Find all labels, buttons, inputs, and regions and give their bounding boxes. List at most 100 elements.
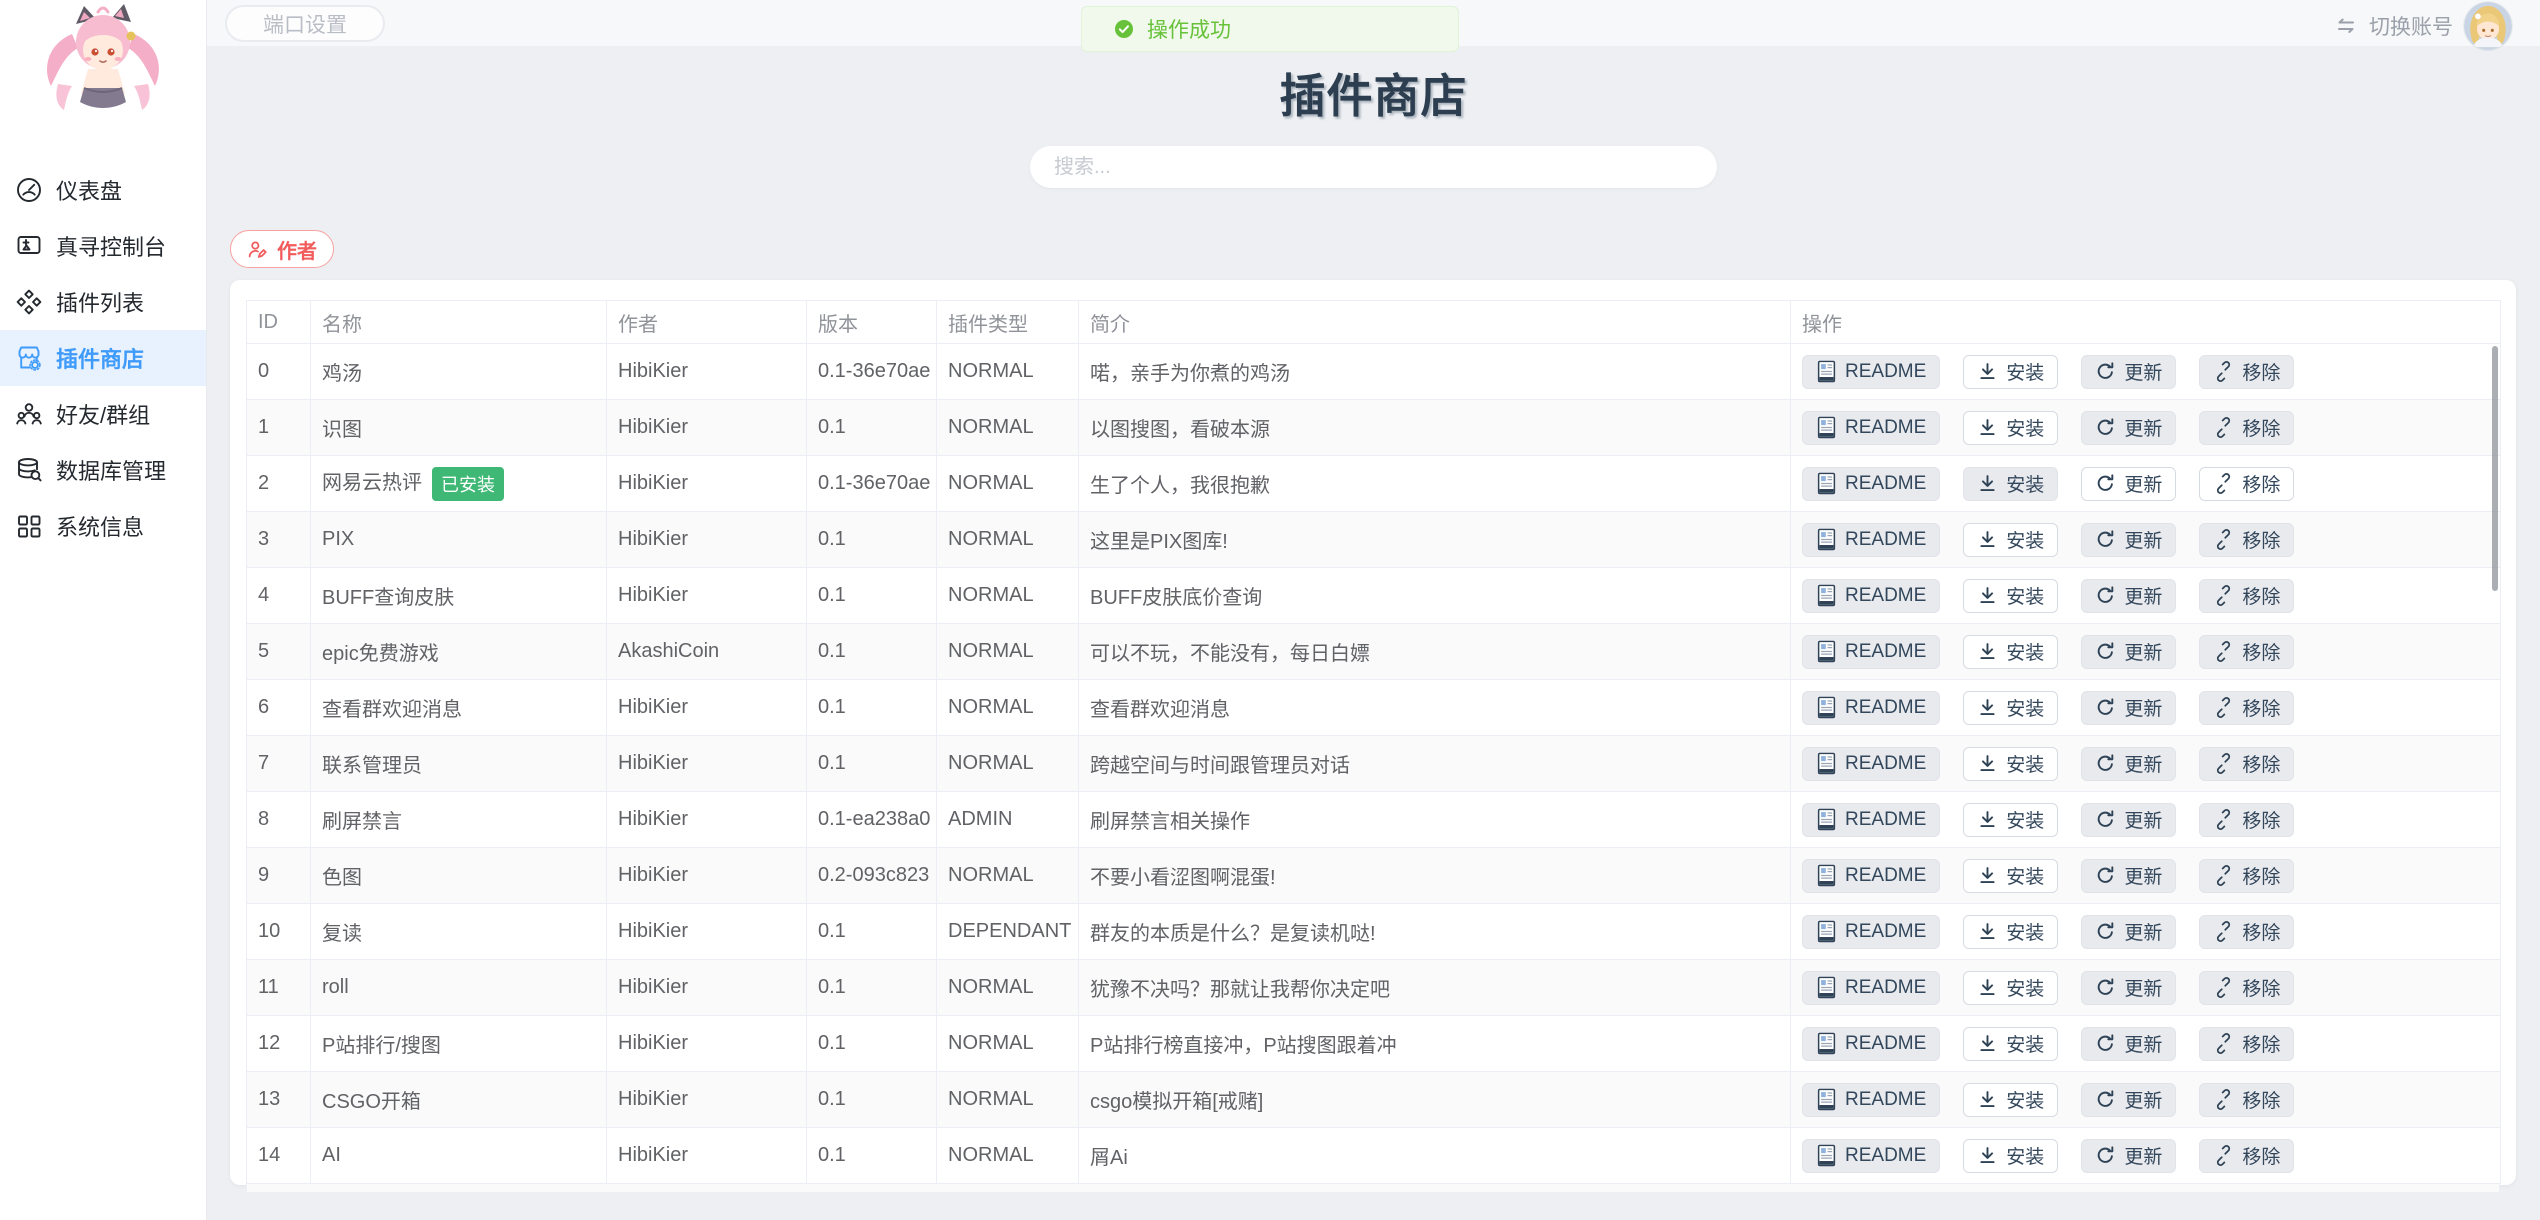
cell-id: 11 [247, 960, 311, 1016]
remove-button[interactable]: 移除 [2199, 1139, 2294, 1173]
remove-button-label: 移除 [2242, 1030, 2280, 1057]
partial-next-row [246, 1184, 2500, 1193]
readme-button-label: README [1845, 585, 1926, 607]
install-button-label: 安装 [2006, 414, 2044, 441]
update-button[interactable]: 更新 [2081, 1083, 2176, 1117]
update-button[interactable]: 更新 [2081, 411, 2176, 445]
update-icon [2095, 809, 2116, 830]
remove-icon [2213, 417, 2234, 438]
remove-button[interactable]: 移除 [2199, 579, 2294, 613]
remove-button[interactable]: 移除 [2199, 1027, 2294, 1061]
cell-version: 0.1-36e70ae [807, 456, 937, 512]
remove-button[interactable]: 移除 [2199, 971, 2294, 1005]
sidebar-item-plugins[interactable]: 插件列表 [0, 274, 206, 330]
install-button[interactable]: 安装 [1963, 971, 2058, 1005]
remove-button[interactable]: 移除 [2199, 523, 2294, 557]
readme-button[interactable]: README [1802, 467, 1940, 501]
cell-version: 0.1-ea238a0 [807, 792, 937, 848]
readme-button[interactable]: README [1802, 971, 1940, 1005]
install-button[interactable]: 安装 [1963, 355, 2058, 389]
install-button[interactable]: 安装 [1963, 411, 2058, 445]
update-button[interactable]: 更新 [2081, 691, 2176, 725]
update-button-label: 更新 [2124, 862, 2162, 889]
install-button[interactable]: 安装 [1963, 915, 2058, 949]
remove-button[interactable]: 移除 [2199, 691, 2294, 725]
cell-description: csgo模拟开箱[戒赌] [1079, 1072, 1791, 1128]
install-button[interactable]: 安装 [1963, 1139, 2058, 1173]
author-filter-button[interactable]: 作者 [230, 230, 334, 268]
search-input[interactable] [1030, 146, 1717, 188]
plugins-icon [15, 288, 43, 316]
install-icon [1977, 1033, 1998, 1054]
sidebar-item-label: 真寻控制台 [56, 230, 166, 262]
readme-button[interactable]: README [1802, 1139, 1940, 1173]
cell-actions: README 安装更新移除 [1791, 512, 2501, 568]
install-button[interactable]: 安装 [1963, 523, 2058, 557]
update-button[interactable]: 更新 [2081, 467, 2176, 501]
readme-button[interactable]: README [1802, 859, 1940, 893]
update-button[interactable]: 更新 [2081, 523, 2176, 557]
sidebar-item-system[interactable]: 系统信息 [0, 498, 206, 554]
sidebar-item-gauge[interactable]: 仪表盘 [0, 162, 206, 218]
update-button-label: 更新 [2124, 1142, 2162, 1169]
readme-button[interactable]: README [1802, 915, 1940, 949]
install-button[interactable]: 安装 [1963, 803, 2058, 837]
readme-button[interactable]: README [1802, 803, 1940, 837]
account-switcher[interactable]: 切换账号 [2334, 0, 2512, 52]
readme-icon [1816, 640, 1837, 663]
readme-button[interactable]: README [1802, 411, 1940, 445]
install-button[interactable]: 安装 [1963, 579, 2058, 613]
remove-button[interactable]: 移除 [2199, 635, 2294, 669]
readme-button[interactable]: README [1802, 747, 1940, 781]
readme-button[interactable]: README [1802, 691, 1940, 725]
update-icon [2095, 697, 2116, 718]
install-button[interactable]: 安装 [1963, 1083, 2058, 1117]
install-button[interactable]: 安装 [1963, 635, 2058, 669]
update-button[interactable]: 更新 [2081, 1027, 2176, 1061]
remove-button[interactable]: 移除 [2199, 1083, 2294, 1117]
column-header: 版本 [807, 301, 937, 344]
update-button[interactable]: 更新 [2081, 859, 2176, 893]
port-settings-button[interactable]: 端口设置 [225, 5, 385, 42]
remove-button[interactable]: 移除 [2199, 467, 2294, 501]
install-button[interactable]: 安装 [1963, 859, 2058, 893]
update-button[interactable]: 更新 [2081, 971, 2176, 1005]
readme-button[interactable]: README [1802, 579, 1940, 613]
update-button[interactable]: 更新 [2081, 579, 2176, 613]
readme-icon [1816, 1032, 1837, 1055]
update-icon [2095, 753, 2116, 774]
readme-icon [1816, 752, 1837, 775]
install-button[interactable]: 安装 [1963, 691, 2058, 725]
sidebar-item-database[interactable]: 数据库管理 [0, 442, 206, 498]
sidebar-item-console[interactable]: 真寻控制台 [0, 218, 206, 274]
sidebar-item-friends[interactable]: 好友/群组 [0, 386, 206, 442]
remove-button[interactable]: 移除 [2199, 803, 2294, 837]
install-button[interactable]: 安装 [1963, 467, 2058, 501]
author-filter-label: 作者 [277, 235, 317, 264]
install-button[interactable]: 安装 [1963, 747, 2058, 781]
readme-button[interactable]: README [1802, 523, 1940, 557]
remove-button[interactable]: 移除 [2199, 915, 2294, 949]
readme-button[interactable]: README [1802, 1083, 1940, 1117]
remove-button[interactable]: 移除 [2199, 859, 2294, 893]
cell-description: 喏，亲手为你煮的鸡汤 [1079, 344, 1791, 400]
update-button[interactable]: 更新 [2081, 1139, 2176, 1173]
readme-button-label: README [1845, 1033, 1926, 1055]
readme-button[interactable]: README [1802, 1027, 1940, 1061]
cell-type: NORMAL [937, 344, 1079, 400]
sidebar-item-store[interactable]: 插件商店 [0, 330, 206, 386]
install-icon [1977, 753, 1998, 774]
update-button[interactable]: 更新 [2081, 915, 2176, 949]
remove-button[interactable]: 移除 [2199, 747, 2294, 781]
update-button[interactable]: 更新 [2081, 803, 2176, 837]
readme-button[interactable]: README [1802, 355, 1940, 389]
sidebar-item-label: 插件商店 [56, 342, 144, 374]
table-scrollbar[interactable] [2492, 346, 2498, 591]
update-button[interactable]: 更新 [2081, 635, 2176, 669]
remove-button[interactable]: 移除 [2199, 411, 2294, 445]
install-button[interactable]: 安装 [1963, 1027, 2058, 1061]
readme-button[interactable]: README [1802, 635, 1940, 669]
update-button[interactable]: 更新 [2081, 355, 2176, 389]
remove-button[interactable]: 移除 [2199, 355, 2294, 389]
update-button[interactable]: 更新 [2081, 747, 2176, 781]
